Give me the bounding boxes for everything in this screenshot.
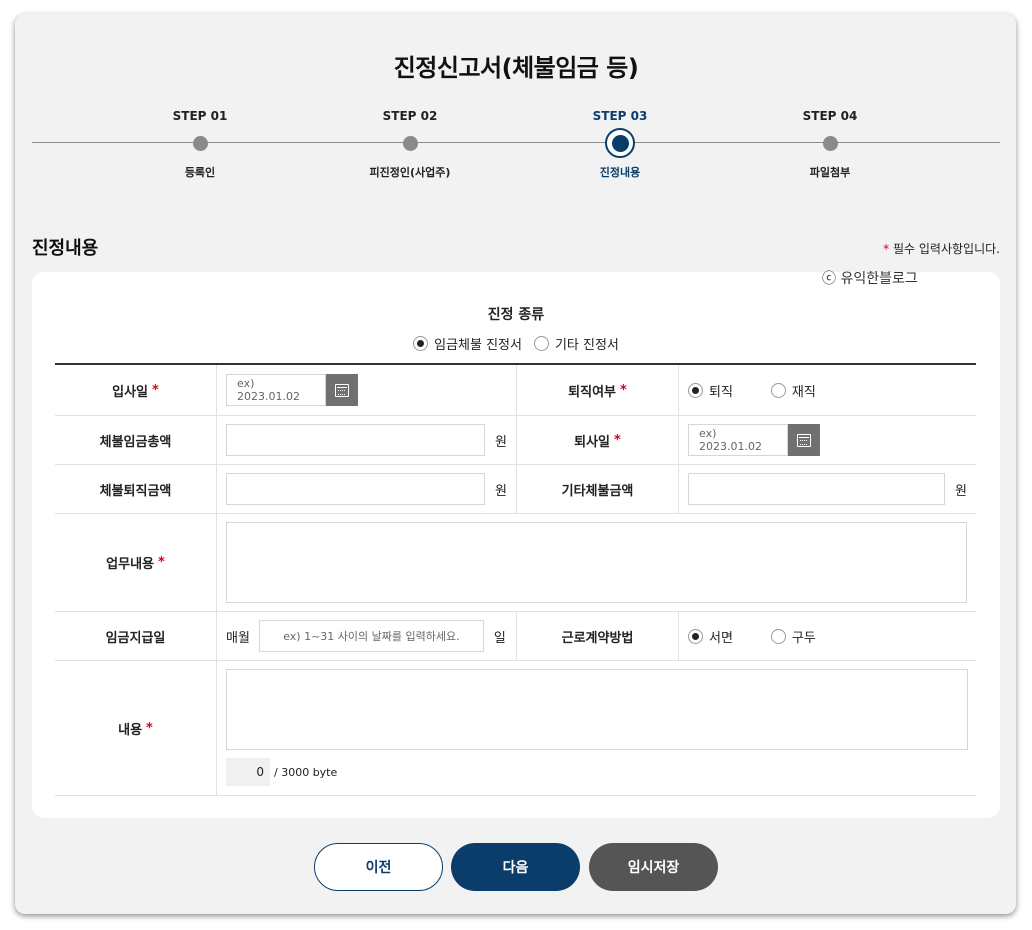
petition-type-wage-label: 임금체불 진정서 xyxy=(434,338,522,353)
leave-date-label: 퇴사일 * xyxy=(517,416,679,464)
step-4-name: 파일첨부 xyxy=(809,166,851,179)
next-button[interactable]: 다음 xyxy=(451,843,580,891)
leave-date-calendar-button[interactable] xyxy=(788,424,820,456)
radio-checked-icon[interactable] xyxy=(688,382,703,398)
retired-option-employed[interactable]: 재직 xyxy=(770,381,816,400)
pay-day-label: 임금지급일 xyxy=(55,612,217,660)
form-row: 입사일 * ex) 2023.01.02 퇴직여부 * 퇴직 재직 xyxy=(55,365,976,416)
form-row: 임금지급일 매월 ex) 1~31 사이의 날짜를 입력하세요. 일 근로계약방… xyxy=(55,612,976,661)
radio-checked-icon[interactable] xyxy=(688,628,703,644)
retired-label: 퇴직여부 * xyxy=(517,365,679,415)
other-unpaid-cell: 원 xyxy=(679,465,976,513)
watermark: ⓒ 유익한블로그 xyxy=(822,271,918,287)
leave-date-cell: ex) 2023.01.02 xyxy=(679,416,976,464)
byte-limit: / 3000 byte xyxy=(274,765,338,779)
step-1-name: 등록인 xyxy=(184,166,216,179)
step-1-label: STEP 01 xyxy=(172,109,228,123)
unpaid-total-input[interactable] xyxy=(226,424,486,456)
form-row: 체불임금총액 원 퇴사일 * ex) 2023.01.02 xyxy=(55,416,976,465)
hire-date-calendar-button[interactable] xyxy=(326,374,358,406)
pay-day-prefix: 매월 xyxy=(226,630,250,646)
job-description-textarea[interactable] xyxy=(226,522,967,603)
step-2-name: 피진정인(사업주) xyxy=(369,166,451,179)
step-3-dot-active xyxy=(605,128,635,158)
step-2-dot xyxy=(402,135,418,151)
byte-counter: 0 / 3000 byte xyxy=(226,758,337,786)
leave-date-input[interactable]: ex) 2023.01.02 xyxy=(688,424,788,456)
retired-cell: 퇴직 재직 xyxy=(679,365,976,415)
required-note-text: 필수 입력사항입니다. xyxy=(893,242,1000,256)
required-star: * xyxy=(883,242,890,256)
content-textarea[interactable] xyxy=(226,669,968,750)
pay-day-suffix: 일 xyxy=(493,630,506,646)
prev-button[interactable]: 이전 xyxy=(314,843,443,891)
page-title: 진정신고서(체불임금 등) xyxy=(393,54,639,82)
petition-type-other-label: 기타 진정서 xyxy=(554,338,619,353)
form-row: 업무내용 * xyxy=(55,514,976,612)
pay-day-cell: 매월 ex) 1~31 사이의 날짜를 입력하세요. 일 xyxy=(217,612,517,660)
step-3-name: 진정내용 xyxy=(599,166,641,179)
other-unpaid-label: 기타체불금액 xyxy=(517,465,679,513)
content-cell: 0 / 3000 byte xyxy=(217,661,976,795)
petition-type-wage[interactable]: 임금체불 진정서 xyxy=(413,334,522,353)
required-note: * 필수 입력사항입니다. xyxy=(879,240,1000,257)
step-3-label: STEP 03 xyxy=(592,109,648,123)
other-unpaid-input[interactable] xyxy=(688,473,946,505)
unpaid-total-unit: 원 xyxy=(495,434,507,450)
unpaid-severance-cell: 원 xyxy=(217,465,517,513)
petition-type-title: 진정 종류 xyxy=(487,307,545,323)
contract-method-verbal[interactable]: 구두 xyxy=(770,627,816,646)
radio-unchecked-icon[interactable] xyxy=(533,336,549,351)
petition-type-radios: 임금체불 진정서 기타 진정서 xyxy=(32,334,1000,353)
unpaid-severance-unit: 원 xyxy=(495,483,507,499)
step-1: STEP 01 등록인 xyxy=(130,108,270,180)
radio-checked-icon[interactable] xyxy=(413,336,429,351)
step-3: STEP 03 진정내용 xyxy=(550,108,690,180)
job-description-cell xyxy=(217,514,976,611)
pay-day-input[interactable]: ex) 1~31 사이의 날짜를 입력하세요. xyxy=(258,620,484,652)
form-row: 체불퇴직금액 원 기타체불금액 원 xyxy=(55,465,976,514)
contract-method-cell: 서면 구두 xyxy=(679,612,976,660)
hire-date-input[interactable]: ex) 2023.01.02 xyxy=(226,374,326,406)
calendar-icon xyxy=(797,433,811,447)
unpaid-total-cell: 원 xyxy=(217,416,517,464)
step-4-dot xyxy=(822,135,838,151)
step-1-dot xyxy=(192,135,208,151)
byte-count: 0 xyxy=(226,758,270,786)
unpaid-severance-label: 체불퇴직금액 xyxy=(55,465,217,513)
hire-date-label: 입사일 * xyxy=(55,365,217,415)
content-label: 내용 * xyxy=(55,661,217,795)
other-unpaid-unit: 원 xyxy=(955,483,967,499)
petition-type-other[interactable]: 기타 진정서 xyxy=(533,334,619,353)
step-2-label: STEP 02 xyxy=(382,109,438,123)
form-table: 입사일 * ex) 2023.01.02 퇴직여부 * 퇴직 재직 체불임금총액 원 xyxy=(55,363,976,796)
step-4-label: STEP 04 xyxy=(802,109,858,123)
form-row: 내용 * 0 / 3000 byte xyxy=(55,661,976,796)
hire-date-cell: ex) 2023.01.02 xyxy=(217,365,517,415)
contract-method-label: 근로계약방법 xyxy=(517,612,679,660)
unpaid-total-label: 체불임금총액 xyxy=(55,416,217,464)
contract-method-written[interactable]: 서면 xyxy=(688,627,733,646)
save-draft-button[interactable]: 임시저장 xyxy=(589,843,718,891)
step-4: STEP 04 파일첨부 xyxy=(760,108,900,180)
step-2: STEP 02 피진정인(사업주) xyxy=(340,108,480,180)
job-description-label: 업무내용 * xyxy=(55,514,217,611)
retired-option-retired[interactable]: 퇴직 xyxy=(688,381,733,400)
radio-unchecked-icon[interactable] xyxy=(770,382,786,398)
radio-unchecked-icon[interactable] xyxy=(770,628,786,644)
unpaid-severance-input[interactable] xyxy=(226,473,486,505)
section-title: 진정내용 xyxy=(32,238,99,259)
calendar-icon xyxy=(335,383,349,397)
